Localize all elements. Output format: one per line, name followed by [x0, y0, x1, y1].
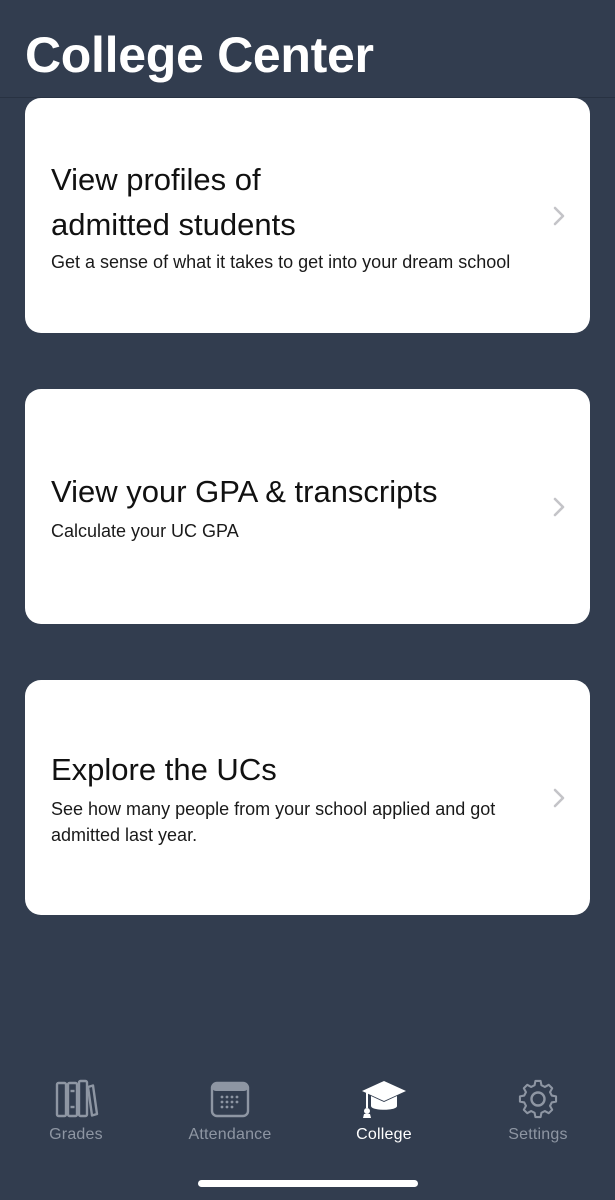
calendar-icon — [210, 1081, 250, 1118]
card-title: View profiles of admitted students — [51, 157, 520, 247]
card-gpa-transcripts[interactable]: View your GPA & transcripts Calculate yo… — [25, 389, 590, 624]
card-title-line2: admitted students — [51, 206, 296, 242]
graduation-cap-icon — [362, 1081, 406, 1118]
header-bar: College Center — [0, 0, 615, 98]
card-content: View your GPA & transcripts Calculate yo… — [51, 389, 520, 624]
page-title: College Center — [25, 27, 374, 83]
card-title: Explore the UCs — [51, 752, 277, 787]
card-description: Calculate your UC GPA — [51, 521, 239, 541]
tab-college[interactable]: College — [314, 1078, 454, 1158]
card-title: View your GPA & transcripts — [51, 474, 438, 509]
tab-grades[interactable]: Grades — [6, 1078, 146, 1158]
tab-label: Attendance — [188, 1126, 272, 1143]
gear-icon — [518, 1079, 558, 1119]
card-content: Explore the UCs See how many people from… — [51, 680, 520, 915]
tab-settings[interactable]: Settings — [468, 1078, 608, 1158]
chevron-right-icon — [553, 206, 565, 225]
tab-label: Grades — [49, 1126, 103, 1143]
tab-label: Settings — [508, 1126, 568, 1143]
card-title-line1: View profiles of — [51, 161, 261, 197]
home-indicator — [198, 1180, 418, 1187]
card-description: See how many people from your school app… — [51, 799, 496, 845]
chevron-right-icon — [553, 497, 565, 516]
card-explore-ucs[interactable]: Explore the UCs See how many people from… — [25, 680, 590, 915]
books-icon — [55, 1079, 99, 1118]
card-content: View profiles of admitted students Get a… — [51, 98, 520, 333]
tab-label: College — [356, 1126, 412, 1143]
card-description: Get a sense of what it takes to get into… — [51, 251, 511, 272]
tab-attendance[interactable]: Attendance — [160, 1078, 300, 1158]
tab-bar: Grades Attendance College Settings — [0, 1060, 615, 1200]
chevron-right-icon — [553, 788, 565, 807]
card-admitted-profiles[interactable]: View profiles of admitted students Get a… — [25, 98, 590, 333]
